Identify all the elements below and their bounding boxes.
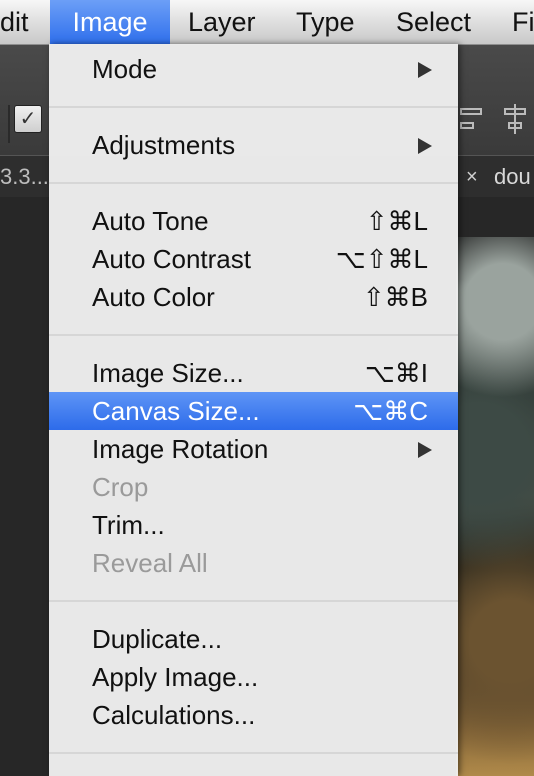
- menu-item-label: Adjustments: [92, 130, 236, 160]
- document-tab-right[interactable]: dou: [494, 157, 531, 197]
- menu-item-shortcut: ⌥⌘C: [353, 396, 428, 426]
- menu-item-label: Auto Tone: [92, 206, 209, 236]
- menu-item-label: Apply Image...: [92, 662, 259, 692]
- menu-separator: [49, 106, 458, 108]
- menu-item-canvas-size[interactable]: Canvas Size... ⌥⌘C: [49, 392, 458, 430]
- menu-item-reveal-all: Reveal All: [49, 544, 458, 582]
- menu-item-label: Image Rotation: [92, 434, 269, 464]
- menu-separator: [49, 600, 458, 602]
- menu-item-auto-tone[interactable]: Auto Tone ⇧⌘L: [49, 202, 458, 240]
- toolbar-divider: [8, 105, 10, 143]
- menu-item-auto-color[interactable]: Auto Color ⇧⌘B: [49, 278, 458, 316]
- menu-separator: [49, 752, 458, 754]
- menu-item-shortcut: ⌥⇧⌘L: [335, 244, 428, 274]
- close-tab-icon[interactable]: ×: [466, 157, 478, 197]
- menu-separator: [49, 334, 458, 336]
- submenu-arrow-icon: [418, 138, 432, 154]
- menu-item-shortcut: ⌥⌘I: [364, 358, 428, 388]
- menu-separator: [49, 182, 458, 184]
- menu-item-label: Mode: [92, 54, 158, 84]
- checkbox-icon[interactable]: ✓: [14, 105, 42, 133]
- menu-item-label: Trim...: [92, 510, 165, 540]
- menu-item-auto-contrast[interactable]: Auto Contrast ⌥⇧⌘L: [49, 240, 458, 278]
- menu-item-apply-image[interactable]: Apply Image...: [49, 658, 458, 696]
- document-image: [456, 237, 534, 776]
- image-menu-dropdown: Mode Adjustments Auto Tone ⇧⌘L Auto Cont…: [49, 44, 458, 776]
- menu-item-trim[interactable]: Trim...: [49, 506, 458, 544]
- menu-item-image-rotation[interactable]: Image Rotation: [49, 430, 458, 468]
- menu-item-mode[interactable]: Mode: [49, 50, 458, 88]
- menu-item-calculations[interactable]: Calculations...: [49, 696, 458, 734]
- document-tab-left[interactable]: 3.3...: [0, 157, 49, 197]
- menu-item-shortcut: ⇧⌘L: [365, 206, 428, 236]
- menu-bar: dit Image Layer Type Select Fi: [0, 0, 534, 45]
- menu-item-label: Image Size...: [92, 358, 244, 388]
- menu-item-label: Reveal All: [92, 548, 208, 578]
- menu-type[interactable]: Type: [296, 0, 355, 44]
- menu-layer[interactable]: Layer: [188, 0, 256, 44]
- menu-edit[interactable]: dit: [0, 0, 35, 44]
- menu-item-adjustments[interactable]: Adjustments: [49, 126, 458, 164]
- menu-item-label: Auto Contrast: [92, 244, 251, 274]
- submenu-arrow-icon: [418, 442, 432, 458]
- menu-item-label: Calculations...: [92, 700, 256, 730]
- menu-item-label: Canvas Size...: [92, 396, 260, 426]
- align-horizontal-centers-icon[interactable]: [502, 104, 528, 134]
- menu-image[interactable]: Image: [50, 0, 170, 44]
- menu-item-crop: Crop: [49, 468, 458, 506]
- align-left-edges-icon[interactable]: [458, 104, 484, 134]
- menu-item-duplicate[interactable]: Duplicate...: [49, 620, 458, 658]
- menu-item-label: Crop: [92, 472, 149, 502]
- menu-item-label: Auto Color: [92, 282, 215, 312]
- menu-select[interactable]: Select: [396, 0, 471, 44]
- menu-item-image-size[interactable]: Image Size... ⌥⌘I: [49, 354, 458, 392]
- menu-item-label: Duplicate...: [92, 624, 223, 654]
- submenu-arrow-icon: [418, 62, 432, 78]
- menu-file[interactable]: Fi: [512, 0, 534, 44]
- menu-item-shortcut: ⇧⌘B: [362, 282, 428, 312]
